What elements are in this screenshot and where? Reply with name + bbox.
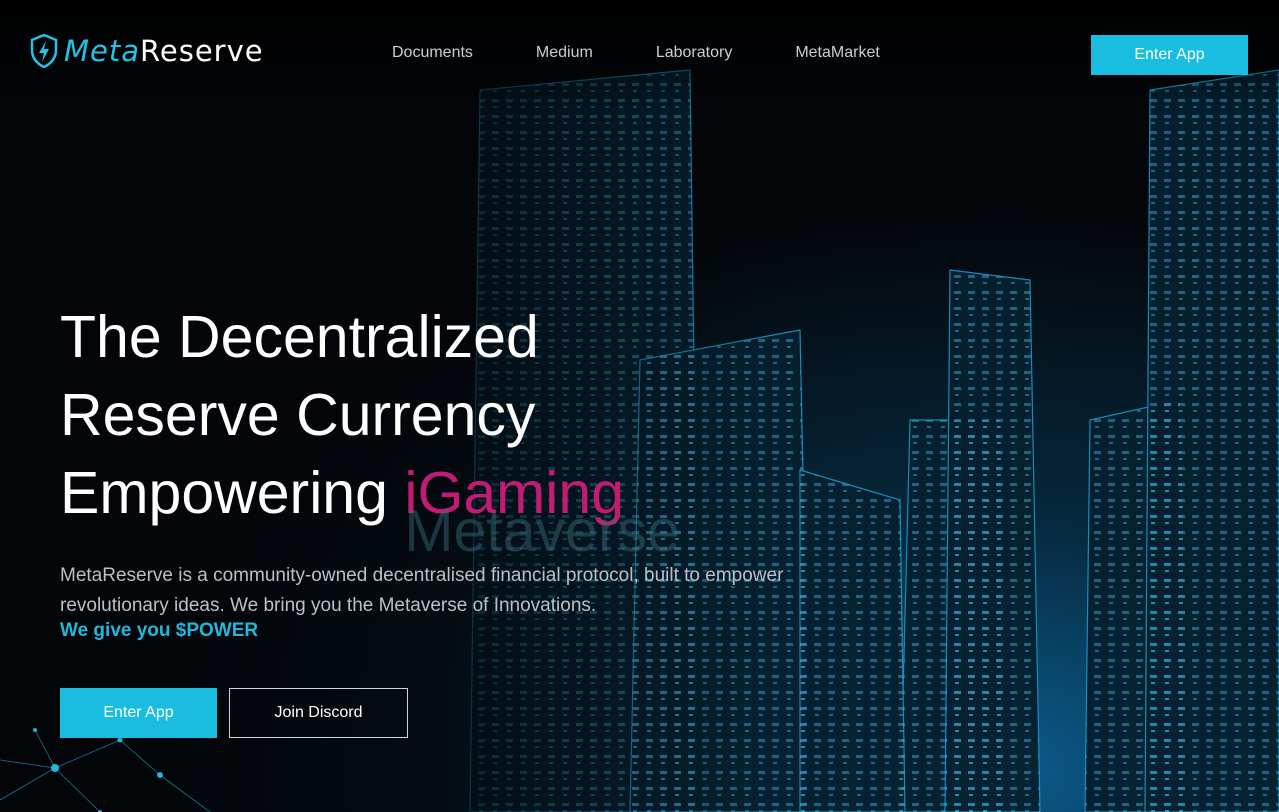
rotating-word-next: Metaverse [404, 498, 680, 564]
rotating-word: iGaming Metaverse [404, 454, 679, 564]
main-nav: Documents Medium Laboratory MetaMarket [392, 44, 880, 62]
nav-laboratory[interactable]: Laboratory [656, 44, 733, 62]
hero-line-2: Reserve Currency [60, 382, 536, 448]
nav-documents[interactable]: Documents [392, 44, 473, 62]
enter-app-button[interactable]: Enter App [60, 688, 217, 738]
hero-description: MetaReserve is a community-owned decentr… [60, 565, 784, 616]
header-enter-app-button[interactable]: Enter App [1091, 35, 1248, 75]
hero-heading: The Decentralized Reserve Currency Empow… [60, 298, 680, 564]
brand-logo[interactable]: MetaReserve [30, 34, 264, 68]
join-discord-button[interactable]: Join Discord [229, 688, 408, 738]
nav-medium[interactable]: Medium [536, 44, 593, 62]
hero-line-3-text: Empowering [60, 460, 388, 526]
hero-line-1: The Decentralized [60, 304, 539, 370]
hero-line-3: Empowering iGaming Metaverse [60, 454, 680, 564]
nav-metamarket[interactable]: MetaMarket [795, 44, 879, 62]
hero-tagline: We give you $POWER [60, 620, 259, 641]
shield-lightning-icon [30, 34, 58, 68]
brand-name: MetaReserve [64, 34, 264, 68]
